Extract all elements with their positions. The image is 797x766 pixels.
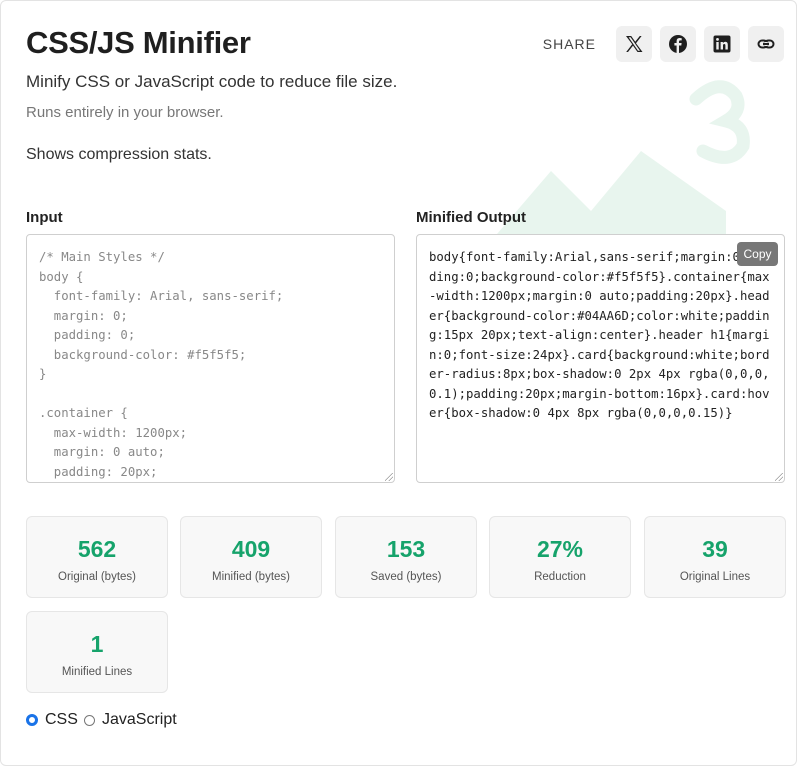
x-logo-icon — [626, 36, 643, 52]
browser-note: Runs entirely in your browser. — [26, 104, 224, 121]
stat-value: 27% — [536, 536, 584, 562]
stat-original-lines: 39 Original Lines — [644, 516, 786, 598]
radio-css-label: CSS — [45, 711, 78, 728]
page-subtitle: Minify CSS or JavaScript code to reduce … — [26, 72, 398, 91]
share-facebook-button[interactable] — [660, 26, 696, 62]
copy-link-button[interactable] — [748, 26, 784, 62]
stats-note: Shows compression stats. — [26, 146, 212, 163]
share-linkedin-button[interactable] — [704, 26, 740, 62]
linkedin-icon — [713, 35, 731, 53]
page-title: CSS/JS Minifier — [26, 25, 251, 60]
input-code: /* Main Styles */ body { font-family: Ar… — [39, 250, 284, 480]
minifier-card: CSS/JS Minifier SHARE Minify CSS or Java… — [0, 0, 797, 766]
stat-minified-bytes: 409 Minified (bytes) — [180, 516, 322, 598]
copy-button[interactable]: Copy — [737, 242, 778, 266]
input-label: Input — [26, 209, 63, 226]
language-option-javascript[interactable]: JavaScript — [84, 711, 177, 729]
input-textarea[interactable]: /* Main Styles */ body { font-family: Ar… — [26, 234, 395, 483]
radio-css[interactable] — [26, 714, 38, 726]
share-bar: SHARE — [543, 26, 784, 62]
resize-handle[interactable] — [385, 473, 393, 481]
link-icon — [757, 39, 775, 49]
stat-label: Saved (bytes) — [370, 571, 442, 583]
stat-reduction: 27% Reduction — [489, 516, 631, 598]
stat-label: Original (bytes) — [58, 571, 136, 583]
radio-javascript[interactable] — [84, 714, 95, 726]
output-textarea[interactable]: body{font-family:Arial,sans-serif;margin… — [416, 234, 785, 483]
stat-label: Reduction — [534, 571, 586, 583]
stat-value: 153 — [386, 536, 426, 562]
stat-label: Original Lines — [679, 571, 751, 583]
stat-label: Minified (bytes) — [212, 571, 290, 583]
output-label: Minified Output — [416, 209, 526, 226]
stat-minified-lines: 1 Minified Lines — [26, 611, 168, 693]
share-x-button[interactable] — [616, 26, 652, 62]
resize-handle[interactable] — [775, 473, 783, 481]
stat-value: 409 — [231, 536, 271, 562]
stat-value: 39 — [702, 536, 728, 562]
stat-value: 562 — [77, 536, 117, 562]
output-code: body{font-family:Arial,sans-serif;margin… — [429, 250, 770, 421]
share-label: SHARE — [542, 36, 596, 52]
stat-label: Minified Lines — [61, 666, 133, 678]
stat-original-bytes: 562 Original (bytes) — [26, 516, 168, 598]
watermark-icon — [491, 80, 750, 241]
stat-saved-bytes: 153 Saved (bytes) — [335, 516, 477, 598]
radio-javascript-label: JavaScript — [102, 711, 177, 728]
stat-value: 1 — [90, 631, 104, 657]
facebook-icon — [669, 35, 687, 53]
language-option-css[interactable]: CSS — [26, 711, 78, 729]
